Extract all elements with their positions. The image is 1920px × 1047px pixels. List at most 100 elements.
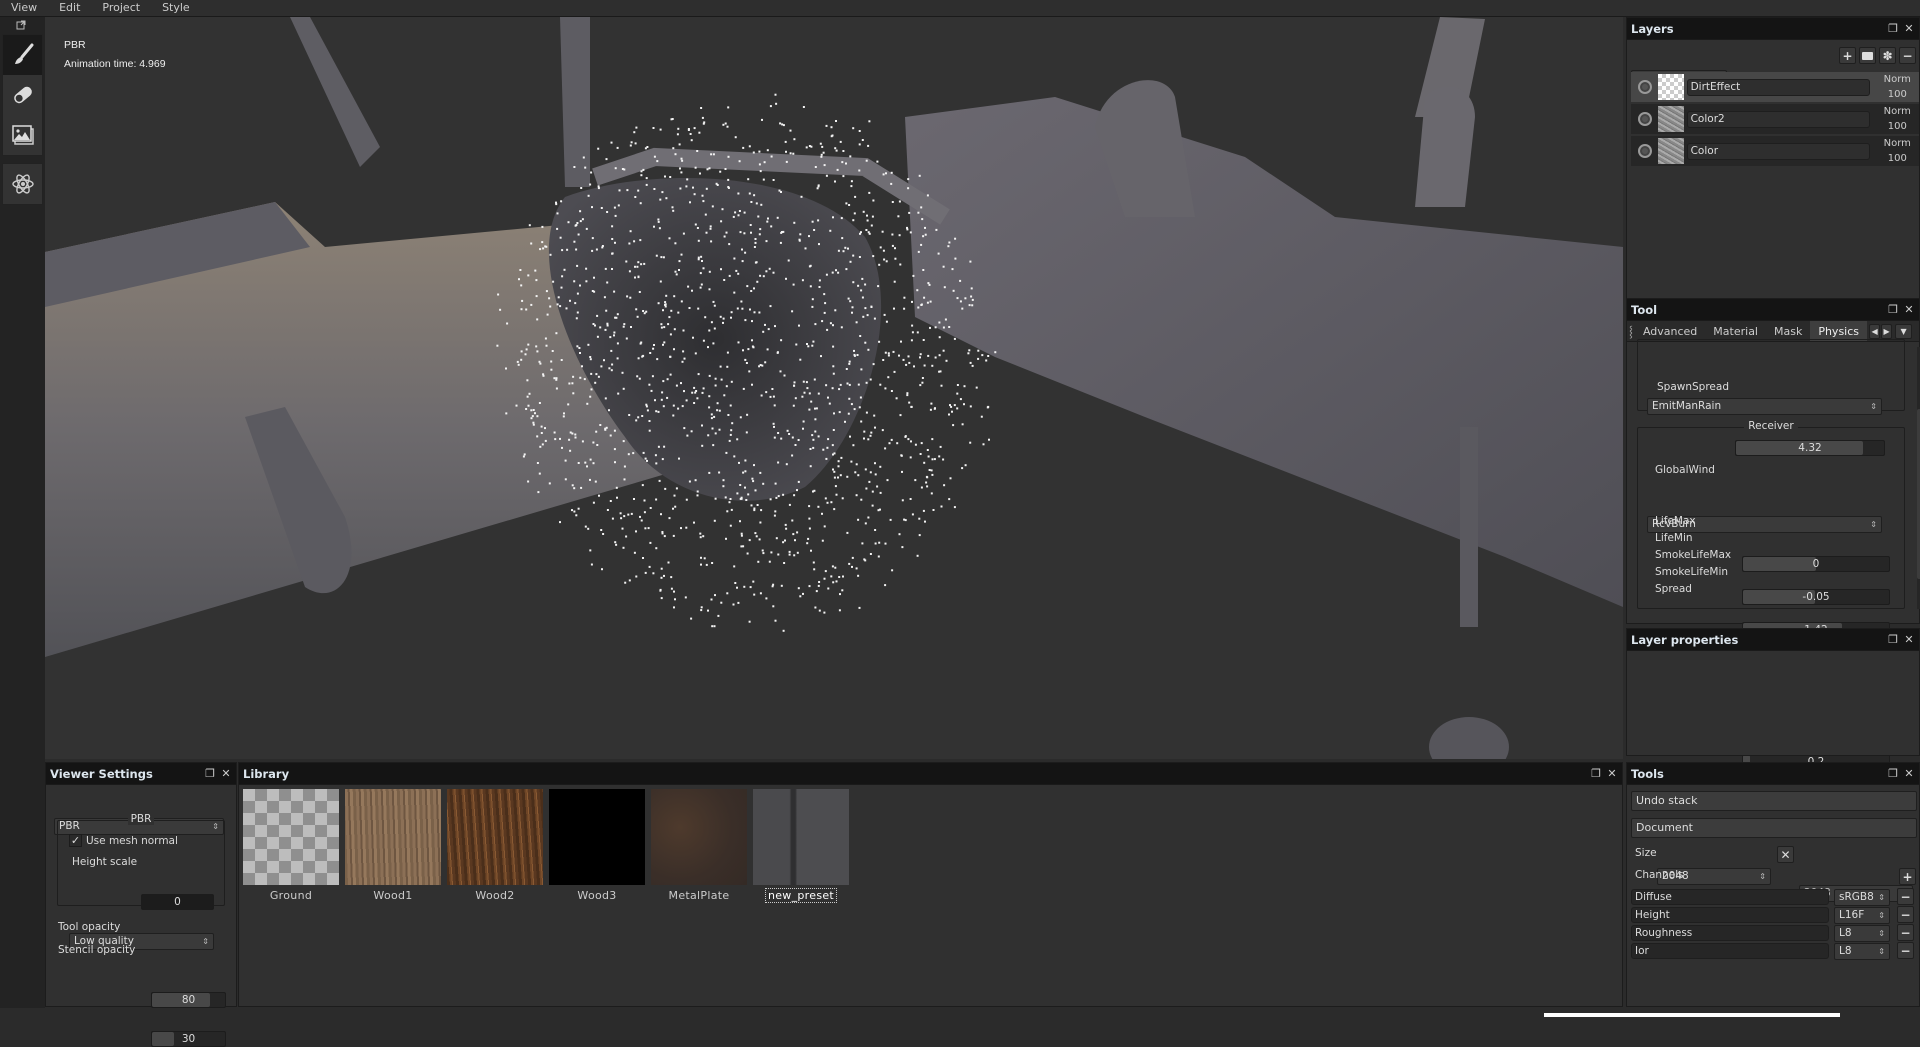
tool-title: Tool <box>1631 302 1658 317</box>
paint-tools-group <box>2 34 43 156</box>
add-effect-layer-button[interactable]: ✽ <box>1879 47 1896 64</box>
stencil-opacity-slider[interactable]: 30 <box>151 1031 226 1047</box>
close-icon[interactable]: ✕ <box>1903 767 1915 780</box>
tab-physics[interactable]: Physics <box>1810 321 1868 341</box>
document-button[interactable]: Document <box>1631 818 1917 838</box>
tab-advanced[interactable]: Advanced <box>1635 321 1705 341</box>
eraser-tool-button[interactable] <box>3 75 42 115</box>
layer-blend-opacity[interactable]: Norm 100 <box>1876 136 1920 166</box>
channel-name-field[interactable]: Height <box>1631 907 1829 923</box>
layer-name-field[interactable]: Color2 <box>1686 110 1870 128</box>
physics-tool-button[interactable] <box>3 164 42 204</box>
height-scale-input[interactable]: 0 <box>141 894 214 910</box>
checkbox-checked-icon: ✓ <box>69 834 82 847</box>
library-thumbnail <box>651 789 747 885</box>
3d-viewport[interactable]: PBR Animation time: 4.969 <box>45 17 1623 759</box>
layer-properties-panel: Layer properties ❐ ✕ <box>1626 628 1920 756</box>
layer-blend-opacity[interactable]: Norm 100 <box>1876 104 1920 134</box>
plus-icon: + <box>1842 48 1853 63</box>
layer-thumbnail <box>1657 74 1684 100</box>
library-thumbnail <box>753 789 849 885</box>
channel-format-select[interactable]: sRGB8 ⇕ <box>1834 889 1890 906</box>
channel-row: Diffuse sRGB8 ⇕ − <box>1631 888 1920 906</box>
undo-stack-button[interactable]: Undo stack <box>1631 791 1917 811</box>
tab-scroll-left-button[interactable]: ◀ <box>1869 323 1881 339</box>
library-item-label: Wood2 <box>475 889 515 902</box>
visibility-toggle-icon[interactable] <box>1638 144 1652 158</box>
tab-mask[interactable]: Mask <box>1766 321 1810 341</box>
channel-name-field[interactable]: Diffuse <box>1631 889 1829 905</box>
param-slider[interactable]: -0.05 <box>1742 589 1890 605</box>
size-label: Size <box>1635 847 1657 859</box>
select-arrows-icon: ⇕ <box>202 937 209 946</box>
param-slider[interactable]: 0 <box>1742 556 1890 572</box>
layer-row[interactable]: Color2 Norm 100 <box>1631 104 1919 134</box>
tool-panel: Tool ❐ ✕ ⸾ Advanced Material Mask Physic… <box>1626 298 1920 803</box>
menu-project[interactable]: Project <box>91 0 151 16</box>
undock-icon[interactable] <box>16 20 26 30</box>
menu-view[interactable]: View <box>0 0 48 16</box>
remove-channel-button[interactable]: − <box>1897 906 1914 923</box>
remove-channel-button[interactable]: − <box>1897 888 1914 905</box>
brush-icon <box>14 43 33 64</box>
layer-row[interactable]: Color Norm 100 <box>1631 136 1919 166</box>
add-layer-button[interactable]: + <box>1839 47 1856 64</box>
tail-fin-center <box>560 17 590 187</box>
library-item[interactable]: Wood1 <box>345 789 441 902</box>
layer-blend-opacity[interactable]: Norm 100 <box>1876 72 1920 102</box>
remove-channel-button[interactable]: − <box>1897 942 1914 959</box>
layer-row[interactable]: DirtEffect Norm 100 <box>1631 72 1919 102</box>
undock-icon[interactable]: ❐ <box>1887 633 1899 646</box>
undock-icon[interactable]: ❐ <box>1887 767 1899 780</box>
channel-format-select[interactable]: L8 ⇕ <box>1834 943 1890 960</box>
image-tool-button[interactable] <box>3 115 42 155</box>
channel-row: Roughness L8 ⇕ − <box>1631 924 1920 942</box>
atom-icon <box>11 174 34 194</box>
layer-thumbnail <box>1657 106 1684 132</box>
use-mesh-normal-checkbox[interactable]: ✓ Use mesh normal <box>69 834 178 847</box>
undock-icon[interactable]: ❐ <box>1887 303 1899 316</box>
channel-name-field[interactable]: Roughness <box>1631 925 1829 941</box>
channel-name-field[interactable]: Ior <box>1631 943 1829 959</box>
select-arrows-icon: ⇕ <box>1878 893 1885 902</box>
library-item[interactable]: Wood2 <box>447 789 543 902</box>
param-label: GlobalWind <box>1655 464 1715 476</box>
undock-icon[interactable]: ❐ <box>1887 22 1899 35</box>
tab-list-button[interactable]: ▼ <box>1895 323 1913 339</box>
add-folder-button[interactable] <box>1859 47 1876 64</box>
landing-gear <box>1460 427 1478 627</box>
library-item[interactable]: new_preset <box>753 789 849 903</box>
library-item[interactable]: Ground <box>243 789 339 902</box>
tab-material[interactable]: Material <box>1705 321 1766 341</box>
tab-scroll-right-button[interactable]: ▶ <box>1881 323 1893 339</box>
tool-opacity-slider[interactable]: 80 <box>151 992 226 1008</box>
close-icon[interactable]: ✕ <box>1903 303 1915 316</box>
remove-channel-button[interactable]: − <box>1897 924 1914 941</box>
channel-row: Height L16F ⇕ − <box>1631 906 1920 924</box>
render-mode-label: PBR <box>64 39 86 51</box>
library-item[interactable]: Wood3 <box>549 789 645 902</box>
close-x-icon: ✕ <box>1780 847 1791 862</box>
menu-edit[interactable]: Edit <box>48 0 91 16</box>
menu-bar: View Edit Project Style <box>0 0 1920 17</box>
brush-tool-button[interactable] <box>3 35 42 75</box>
channel-format-select[interactable]: L8 ⇕ <box>1834 925 1890 942</box>
select-arrows-icon: ⇕ <box>1870 520 1877 529</box>
remove-layer-button[interactable]: − <box>1899 47 1916 64</box>
visibility-toggle-icon[interactable] <box>1638 80 1652 94</box>
add-channel-button[interactable]: + <box>1899 868 1916 885</box>
layer-name-field[interactable]: Color <box>1686 142 1870 160</box>
close-icon[interactable]: ✕ <box>1903 633 1915 646</box>
tool-opacity-label: Tool opacity <box>58 921 121 933</box>
channel-format-select[interactable]: L16F ⇕ <box>1834 907 1890 924</box>
library-item-label: new_preset <box>764 888 838 903</box>
visibility-toggle-icon[interactable] <box>1638 112 1652 126</box>
layer-name-field[interactable]: DirtEffect <box>1686 78 1870 96</box>
library-item[interactable]: MetalPlate <box>651 789 747 902</box>
link-size-toggle[interactable]: ✕ <box>1777 846 1794 863</box>
close-icon[interactable]: ✕ <box>220 767 232 780</box>
close-icon[interactable]: ✕ <box>1903 22 1915 35</box>
menu-style[interactable]: Style <box>151 0 201 16</box>
undock-icon[interactable]: ❐ <box>204 767 216 780</box>
emitter-select[interactable]: EmitManRain ⇕ <box>1647 398 1882 415</box>
